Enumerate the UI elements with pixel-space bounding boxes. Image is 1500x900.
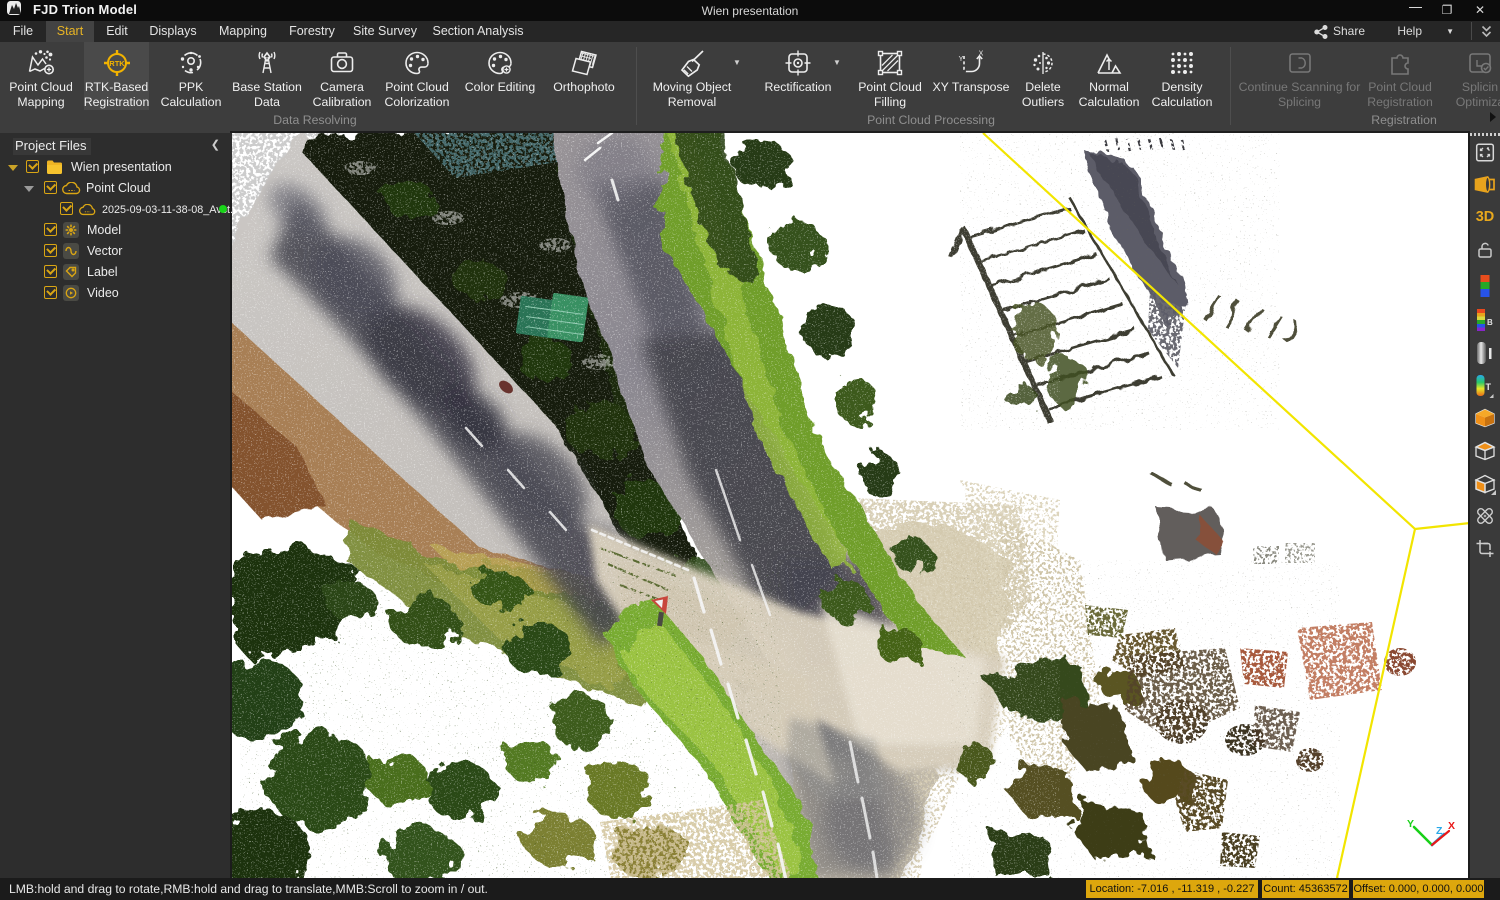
svg-text:RTK: RTK xyxy=(109,59,125,68)
svg-text:Z: Z xyxy=(1436,825,1443,837)
svg-text:Y: Y xyxy=(1407,818,1414,830)
svg-text:T: T xyxy=(1486,382,1492,392)
svg-text:B: B xyxy=(1487,318,1493,327)
svg-text:X: X xyxy=(979,51,984,58)
svg-text:Y: Y xyxy=(959,56,964,63)
svg-text:X: X xyxy=(1448,820,1455,832)
